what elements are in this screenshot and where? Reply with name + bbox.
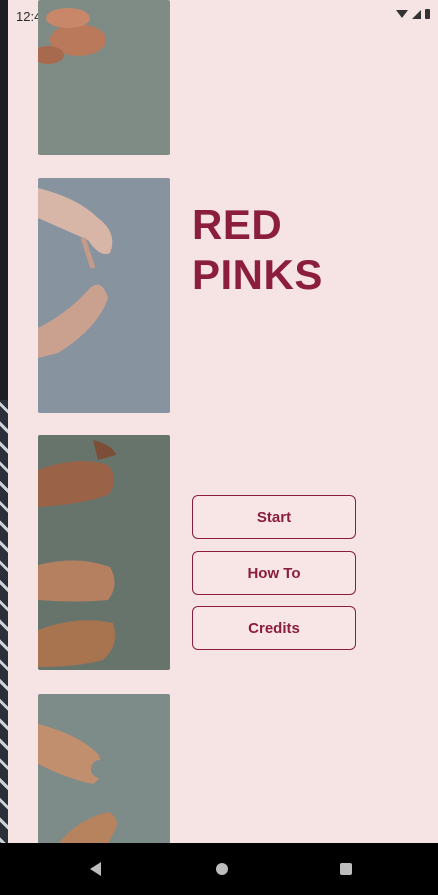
wifi-icon [396, 10, 408, 18]
app-title-line1: RED [192, 201, 283, 248]
battery-icon [425, 9, 430, 19]
app-screen: 12:40 RED PINKS Start How To Credits [8, 0, 438, 844]
status-icons [396, 9, 430, 19]
start-button[interactable]: Start [192, 495, 356, 539]
home-icon[interactable] [216, 863, 228, 875]
navigation-bar [0, 843, 438, 895]
hands-photo-1 [38, 0, 170, 155]
hands-photo-2 [38, 178, 170, 413]
app-title-line2: PINKS [192, 251, 323, 298]
credits-button[interactable]: Credits [192, 606, 356, 650]
hands-photo-4 [38, 694, 170, 844]
recents-icon[interactable] [340, 863, 352, 875]
how-to-button[interactable]: How To [192, 551, 356, 595]
hands-photo-3 [38, 435, 170, 670]
app-title: RED PINKS [192, 200, 323, 300]
signal-icon [412, 9, 421, 19]
back-icon[interactable] [90, 862, 101, 876]
